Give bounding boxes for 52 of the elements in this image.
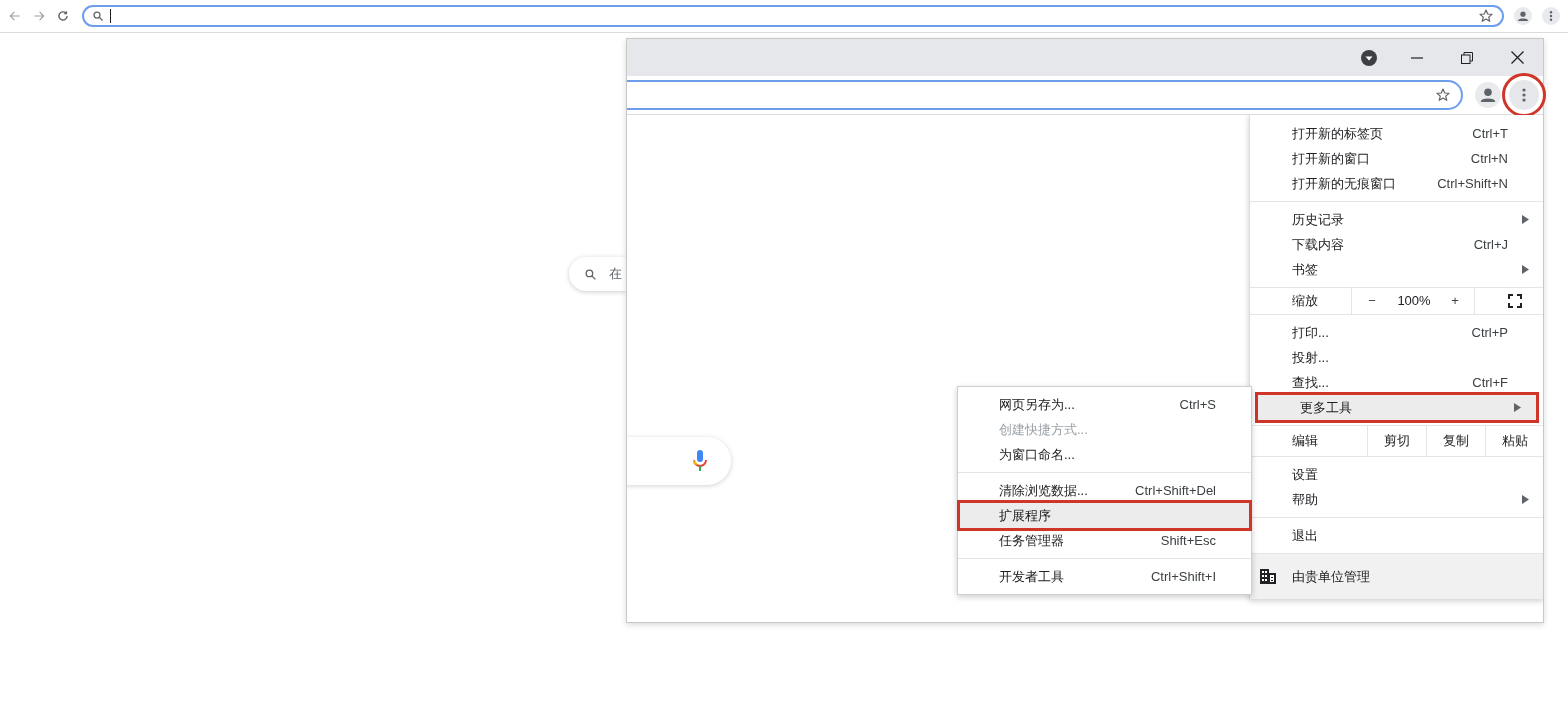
edit-action-button[interactable]: 剪切 [1367,426,1426,456]
menu-item[interactable]: 打开新的标签页 Ctrl+T [1250,121,1543,146]
star-icon[interactable] [1435,87,1451,103]
restore-icon[interactable] [1461,51,1473,64]
managed-footer[interactable]: 由贵单位管理 [1250,553,1543,599]
submenu-item[interactable]: 为窗口命名... [958,442,1251,467]
menu-item[interactable]: 历史记录 [1250,207,1543,232]
close-icon[interactable] [1511,51,1524,64]
star-icon[interactable] [1478,8,1494,24]
menu-item[interactable]: 更多工具 [1258,395,1536,420]
search-icon [92,10,104,22]
more-vertical-icon [1522,88,1526,102]
submenu-item[interactable]: 清除浏览数据... Ctrl+Shift+Del [958,478,1251,503]
submenu-item[interactable]: 网页另存为... Ctrl+S [958,392,1251,417]
submenu-arrow-icon [1522,215,1529,224]
zoom-in-button[interactable]: + [1436,288,1474,314]
edit-label: 编辑 [1291,432,1319,451]
menu-item[interactable]: 下载内容 Ctrl+J [1250,232,1543,257]
profile-icon[interactable] [1475,82,1501,108]
building-icon [1260,569,1276,584]
text-caret [110,9,111,23]
address-field[interactable] [82,5,1504,27]
menu-item[interactable]: 帮助 [1250,487,1543,512]
address-field[interactable] [627,80,1463,110]
menu-item[interactable]: 投射... [1250,345,1543,370]
edit-action-button[interactable]: 粘贴 [1485,426,1543,456]
search-placeholder: 在 [609,265,622,284]
menu-item[interactable]: 打开新的窗口 Ctrl+N [1250,146,1543,171]
menu-item[interactable]: 打开新的无痕窗口 Ctrl+Shift+N [1250,171,1543,196]
submenu-arrow-icon [1522,495,1529,504]
submenu-arrow-icon [1514,403,1521,412]
menu-item[interactable]: 查找... Ctrl+F [1250,370,1543,395]
zoom-label: 缩放 [1250,288,1352,314]
search-icon [584,267,597,281]
reload-icon[interactable] [56,9,70,23]
menu-item[interactable]: 退出 [1250,523,1543,548]
profile-icon[interactable] [1514,7,1532,25]
submenu-item[interactable]: 扩展程序 [960,503,1249,528]
menu-item[interactable]: 设置 [1250,462,1543,487]
submenu-item[interactable]: 开发者工具 Ctrl+Shift+I [958,564,1251,589]
search-pill[interactable]: 在 [569,257,626,291]
submenu-item[interactable]: 任务管理器 Shift+Esc [958,528,1251,553]
zoom-level: 100% [1396,292,1432,311]
dropdown-icon[interactable] [1361,49,1377,66]
fullscreen-icon [1507,294,1522,308]
menu-item[interactable]: 书签 [1250,257,1543,282]
menu-icon[interactable] [1542,7,1560,25]
edit-action-button[interactable]: 复制 [1426,426,1485,456]
submenu-arrow-icon [1522,265,1529,274]
menu-item[interactable]: 打印... Ctrl+P [1250,320,1543,345]
zoom-out-button[interactable]: − [1352,288,1392,314]
microphone-icon [693,450,707,472]
